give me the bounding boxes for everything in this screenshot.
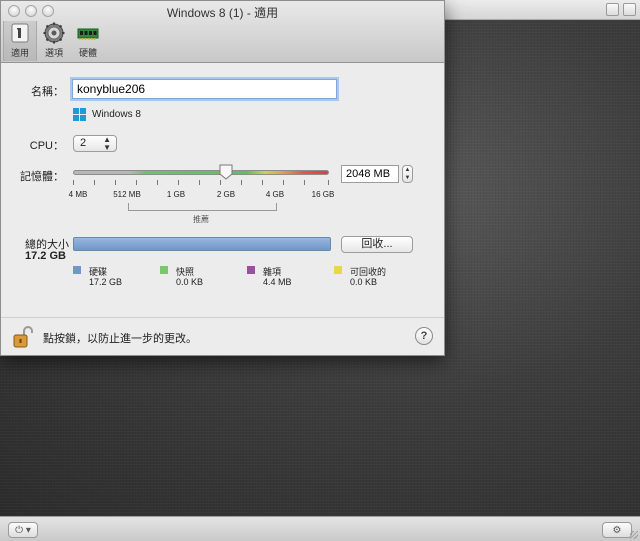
legend-size: 4.4 MB	[263, 277, 292, 287]
tab-general-label: 適用	[10, 48, 29, 58]
stepper-arrows-icon: ▲ ▼	[404, 167, 411, 181]
tab-hardware-label: 硬體	[78, 48, 97, 58]
reclaim-button[interactable]: 回收...	[341, 236, 413, 253]
memory-tick-label: 512 MB	[113, 190, 141, 199]
memory-slider-thumb[interactable]	[219, 164, 233, 180]
hardware-chip-icon	[77, 28, 99, 40]
windows-logo-icon	[73, 108, 86, 121]
unlocked-lock-icon[interactable]	[13, 326, 33, 348]
resize-grip-icon[interactable]	[630, 531, 638, 539]
legend-swatch	[160, 266, 168, 274]
power-button[interactable]: ⏻ ▾	[8, 522, 38, 538]
memory-label: 記憶體：	[20, 171, 64, 183]
legend-size: 0.0 KB	[350, 277, 378, 287]
vm-status-bar: ⏻ ▾ ⚙	[0, 516, 640, 541]
options-gear-icon	[43, 22, 65, 44]
general-icon	[11, 23, 29, 43]
name-label: 名稱：	[31, 86, 64, 98]
settings-window: Windows 8 (1) - 適用 適用 選項 硬體 名稱： konyblue…	[0, 0, 445, 356]
gear-icon: ⚙	[612, 524, 622, 536]
fullscreen-icon[interactable]	[606, 3, 619, 16]
recommended-range-bracket	[128, 203, 277, 211]
help-button[interactable]: ?	[415, 327, 433, 345]
memory-ticks	[73, 180, 329, 186]
memory-tick-label: 16 GB	[311, 190, 335, 199]
settings-toolbar: Windows 8 (1) - 適用 適用 選項 硬體	[1, 1, 444, 63]
vm-settings-button[interactable]: ⚙	[602, 522, 632, 538]
updown-arrows-icon: ▲ ▼	[103, 135, 111, 152]
os-name: Windows 8	[92, 109, 141, 120]
memory-tick-label: 4 GB	[265, 190, 285, 199]
tab-general[interactable]: 適用	[3, 21, 37, 61]
legend-size: 17.2 GB	[89, 277, 123, 287]
legend-swatch	[73, 266, 81, 274]
memory-tick-label: 4 MB	[68, 190, 88, 199]
memory-value-field[interactable]	[341, 165, 399, 183]
name-input[interactable]	[72, 79, 337, 99]
zoom-icon[interactable]	[623, 3, 636, 16]
total-size-value: 17.2 GB	[25, 250, 66, 262]
legend-size: 0.0 KB	[176, 277, 204, 287]
tab-hardware[interactable]: 硬體	[71, 21, 105, 61]
os-info: Windows 8	[73, 108, 141, 121]
recommended-label: 推薦	[193, 215, 209, 224]
settings-footer: 點按鎖，以防止進一步的更改。 ?	[1, 317, 444, 355]
memory-tick-label: 2 GB	[216, 190, 236, 199]
memory-stepper[interactable]: ▲ ▼	[402, 165, 413, 183]
disk-usage-bar	[73, 237, 331, 251]
settings-titlebar: Windows 8 (1) - 適用	[1, 1, 444, 21]
memory-slider-track[interactable]	[73, 170, 329, 175]
tab-options[interactable]: 選項	[37, 21, 71, 61]
legend-swatch	[334, 266, 342, 274]
window-title: Windows 8 (1) - 適用	[166, 6, 279, 20]
legend-swatch	[247, 266, 255, 274]
cpu-value: 2	[80, 137, 87, 149]
power-icon: ⏻ ▾	[15, 524, 31, 536]
memory-tick-label: 1 GB	[166, 190, 186, 199]
cpu-select[interactable]: 2 ▲ ▼	[73, 135, 117, 152]
tab-options-label: 選項	[44, 48, 63, 58]
cpu-label: CPU：	[29, 140, 64, 152]
lock-hint-text: 點按鎖，以防止進一步的更改。	[43, 333, 197, 345]
general-pane: 名稱： Windows 8 CPU： 2 ▲▼ 記憶體： 4 MB 512 MB…	[1, 64, 444, 316]
